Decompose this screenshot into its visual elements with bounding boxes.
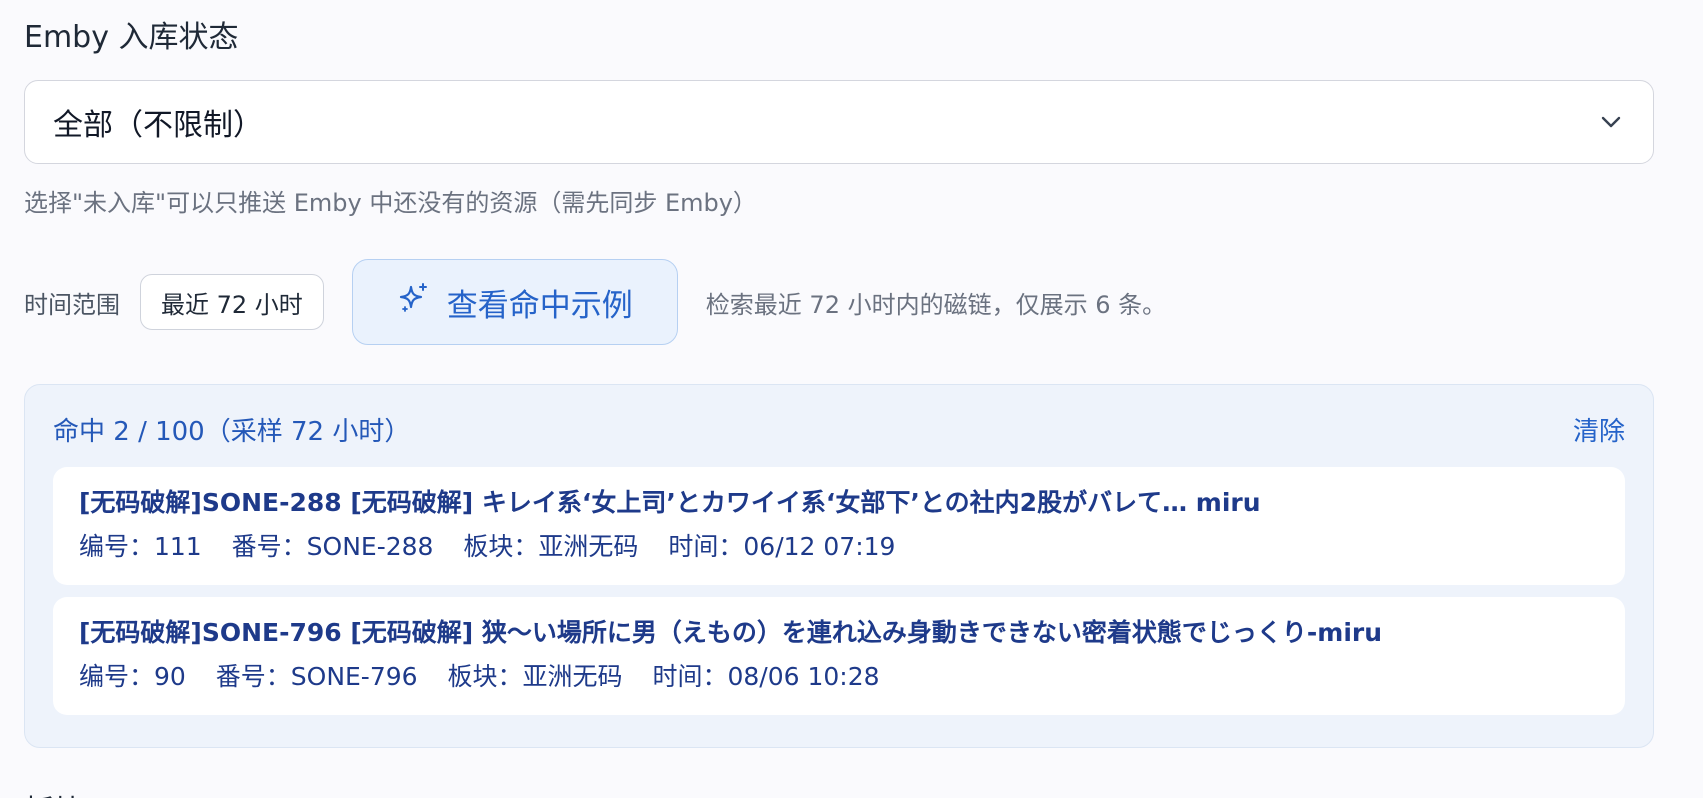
result-title: [无码破解]SONE-288 [无码破解] キレイ系‘女上司’とカワイイ系‘女部…	[79, 488, 1261, 517]
result-title: [无码破解]SONE-796 [无码破解] 狭～い場所に男（えもの）を連れ込み身…	[79, 618, 1383, 647]
result-meta: 编号：111 番号：SONE-288 板块：亚洲无码 时间：06/12 07:1…	[79, 529, 1599, 565]
result-code: 番号：SONE-288	[231, 532, 434, 561]
result-meta: 编号：90 番号：SONE-796 板块：亚洲无码 时间：08/06 10:28	[79, 659, 1599, 695]
emby-status-select[interactable]: 全部（不限制）	[24, 80, 1654, 164]
view-examples-label: 查看命中示例	[446, 287, 633, 324]
time-range-row: 时间范围 最近 72 小时 查看命中示例 检索最近 72 小时内的磁链，仅展示 …	[24, 258, 1166, 346]
filter-settings-page: Emby 入库状态 全部（不限制） 选择"未入库"可以只推送 Emby 中还没有…	[0, 0, 1703, 798]
emby-status-label: Emby 入库状态	[24, 20, 239, 55]
chevron-down-icon	[1597, 108, 1625, 136]
clear-button[interactable]: 清除	[1573, 411, 1625, 448]
result-board: 板块：亚洲无码	[447, 662, 623, 691]
view-examples-button[interactable]: 查看命中示例	[351, 259, 678, 345]
sparkle-icon	[397, 281, 431, 323]
hit-results-panel: 命中 2 / 100（采样 72 小时） 清除 [无码破解]SONE-288 […	[24, 384, 1654, 748]
result-time: 时间：08/06 10:28	[652, 662, 880, 691]
result-item[interactable]: [无码破解]SONE-796 [无码破解] 狭～い場所に男（えもの）を連れ込み身…	[53, 597, 1625, 715]
time-range-pill[interactable]: 最近 72 小时	[140, 274, 324, 330]
result-item[interactable]: [无码破解]SONE-288 [无码破解] キレイ系‘女上司’とカワイイ系‘女部…	[53, 467, 1625, 585]
hit-summary: 命中 2 / 100（采样 72 小时）	[53, 417, 411, 447]
board-section-label: 板块	[24, 786, 84, 798]
result-time: 时间：06/12 07:19	[668, 532, 896, 561]
emby-status-selected-value: 全部（不限制）	[53, 108, 263, 143]
emby-status-hint: 选择"未入库"可以只推送 Emby 中还没有的资源（需先同步 Emby）	[24, 189, 757, 217]
result-code: 番号：SONE-796	[215, 662, 418, 691]
time-range-label: 时间范围	[24, 290, 120, 319]
result-id: 编号：90	[79, 662, 186, 691]
result-id: 编号：111	[79, 532, 202, 561]
time-range-description: 检索最近 72 小时内的磁链，仅展示 6 条。	[705, 290, 1167, 319]
result-board: 板块：亚洲无码	[463, 532, 639, 561]
results-header: 命中 2 / 100（采样 72 小时） 清除	[53, 411, 1625, 448]
